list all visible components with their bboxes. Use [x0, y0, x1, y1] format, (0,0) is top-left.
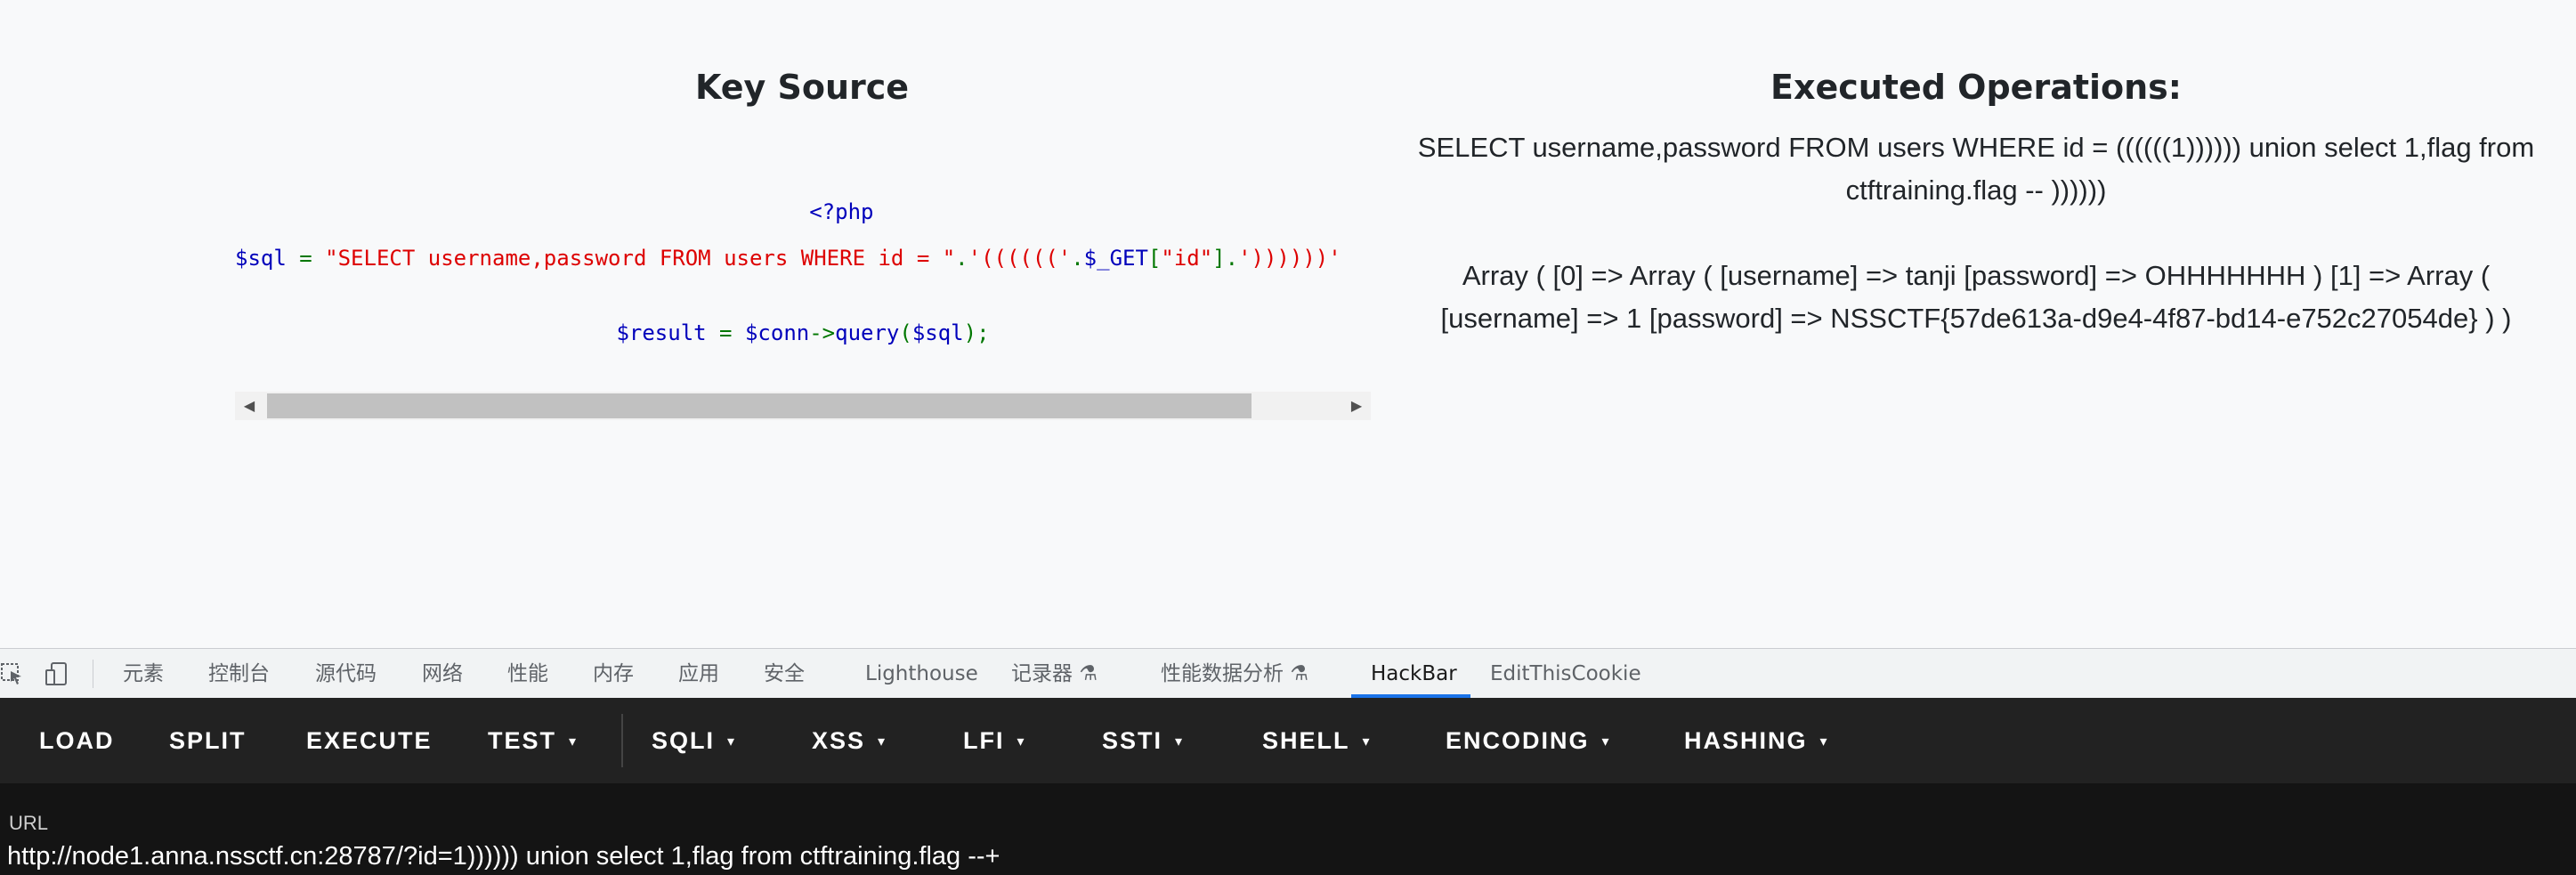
executed-operations-title: Executed Operations:	[1770, 68, 2182, 107]
tab-application[interactable]: 应用	[678, 649, 719, 699]
code-op: .	[955, 246, 968, 271]
code-function: query	[835, 320, 900, 345]
code-op: (	[899, 320, 912, 345]
device-toggle-icon[interactable]	[45, 661, 69, 692]
chevron-down-icon: ▾	[1601, 733, 1611, 749]
code-line-result: $result = $conn->query($sql);	[235, 319, 1371, 347]
chevron-down-icon: ▾	[878, 733, 887, 749]
url-label: URL	[9, 812, 49, 834]
tab-performance-insights[interactable]: 性能数据分析 ⚗	[1161, 649, 1308, 699]
tab-elements[interactable]: 元素	[123, 649, 164, 699]
ssti-label: SSTI	[1102, 727, 1163, 754]
code-op: .	[1071, 246, 1084, 271]
tab-performance-insights-label: 性能数据分析	[1161, 662, 1284, 685]
code-op: ]	[1212, 246, 1226, 271]
tab-recorder[interactable]: 记录器 ⚗	[1011, 649, 1098, 699]
load-button[interactable]: LOAD	[39, 698, 115, 783]
sqli-dropdown-button[interactable]: SQLI ▾	[652, 698, 736, 783]
executed-query: SELECT username,password FROM users WHER…	[1417, 132, 2535, 206]
tab-lighthouse[interactable]: Lighthouse	[865, 649, 978, 699]
lfi-label: LFI	[963, 727, 1005, 754]
tab-recorder-label: 记录器	[1011, 662, 1073, 685]
code-op: =	[706, 320, 745, 345]
scrollbar-thumb[interactable]	[267, 393, 1252, 418]
tab-console[interactable]: 控制台	[208, 649, 270, 699]
lfi-dropdown-button[interactable]: LFI ▾	[963, 698, 1026, 783]
code-line-php-open: <?php	[235, 169, 1371, 224]
test-dropdown-button[interactable]: TEST ▾	[488, 698, 578, 783]
code-string: '(((((('	[968, 246, 1072, 271]
code-string: "SELECT username,password FROM users WHE…	[325, 246, 956, 271]
tab-network[interactable]: 网络	[422, 649, 463, 699]
php-open-tag: <?php	[809, 199, 874, 224]
shell-dropdown-button[interactable]: SHELL ▾	[1262, 698, 1372, 783]
chevron-down-icon: ▾	[569, 733, 579, 749]
tab-performance[interactable]: 性能	[507, 649, 548, 699]
xss-dropdown-button[interactable]: XSS ▾	[812, 698, 887, 783]
code-line-sql: $sql = "SELECT username,password FROM us…	[235, 244, 1371, 272]
php-source-code: <?php $sql = "SELECT username,password F…	[235, 166, 1371, 420]
code-var-sql: $sql	[911, 320, 964, 345]
chevron-down-icon: ▾	[1017, 733, 1026, 749]
hashing-label: HASHING	[1684, 727, 1808, 754]
shell-label: SHELL	[1262, 727, 1350, 754]
code-op: =	[286, 246, 326, 271]
flask-icon: ⚗	[1079, 662, 1098, 685]
tab-hackbar[interactable]: HackBar	[1371, 649, 1457, 699]
page-content: Key Source <?php $sql = "SELECT username…	[0, 0, 2576, 648]
query-result: Array ( [0] => Array ( [username] => tan…	[1440, 260, 2512, 334]
scroll-right-arrow-icon[interactable]: ▶	[1342, 392, 1371, 420]
code-op: );	[963, 320, 990, 345]
encoding-dropdown-button[interactable]: ENCODING ▾	[1446, 698, 1611, 783]
code-var-sql: $sql	[235, 246, 287, 271]
tab-sources[interactable]: 源代码	[315, 649, 377, 699]
toolbar-separator	[621, 714, 623, 767]
code-string: '))))))'	[1238, 246, 1341, 271]
encoding-label: ENCODING	[1446, 727, 1590, 754]
split-button[interactable]: SPLIT	[169, 698, 247, 783]
chevron-down-icon: ▾	[727, 733, 737, 749]
code-var-result: $result	[616, 320, 707, 345]
code-op: ->	[809, 320, 836, 345]
test-label: TEST	[488, 727, 557, 754]
code-op: .	[1225, 246, 1239, 271]
execute-button[interactable]: EXECUTE	[306, 698, 433, 783]
xss-label: XSS	[812, 727, 866, 754]
devtools-tab-bar: 元素 控制台 源代码 网络 性能 内存 应用 安全 Lighthouse 记录器…	[0, 648, 2576, 698]
ssti-dropdown-button[interactable]: SSTI ▾	[1102, 698, 1184, 783]
sqli-label: SQLI	[652, 727, 716, 754]
scroll-left-arrow-icon[interactable]: ◀	[235, 392, 263, 420]
tab-security[interactable]: 安全	[764, 649, 805, 699]
hackbar-toolbar: LOAD SPLIT EXECUTE TEST ▾ SQLI ▾ XSS ▾ LFI ▾…	[0, 698, 2576, 783]
url-input[interactable]: http://node1.anna.nssctf.cn:28787/?id=1)…	[7, 842, 1000, 871]
key-source-title: Key Source	[694, 68, 910, 107]
code-var-conn: $conn	[744, 320, 810, 345]
tab-editthiscookie[interactable]: EditThisCookie	[1490, 649, 1641, 699]
code-string: "id"	[1161, 246, 1213, 271]
chevron-down-icon: ▾	[1819, 733, 1829, 749]
code-op: [	[1147, 246, 1162, 271]
code-horizontal-scrollbar[interactable]: ◀ ▶	[235, 392, 1371, 420]
tab-memory[interactable]: 内存	[593, 649, 634, 699]
code-var-get: $_GET	[1083, 246, 1148, 271]
chevron-down-icon: ▾	[1175, 733, 1185, 749]
executed-operations-output: SELECT username,password FROM users WHER…	[1415, 126, 2537, 340]
hackbar-url-panel: URL http://node1.anna.nssctf.cn:28787/?i…	[0, 783, 2576, 875]
inspect-element-icon[interactable]	[0, 661, 25, 692]
flask-icon: ⚗	[1290, 662, 1308, 685]
chevron-down-icon: ▾	[1362, 733, 1372, 749]
hashing-dropdown-button[interactable]: HASHING ▾	[1684, 698, 1829, 783]
